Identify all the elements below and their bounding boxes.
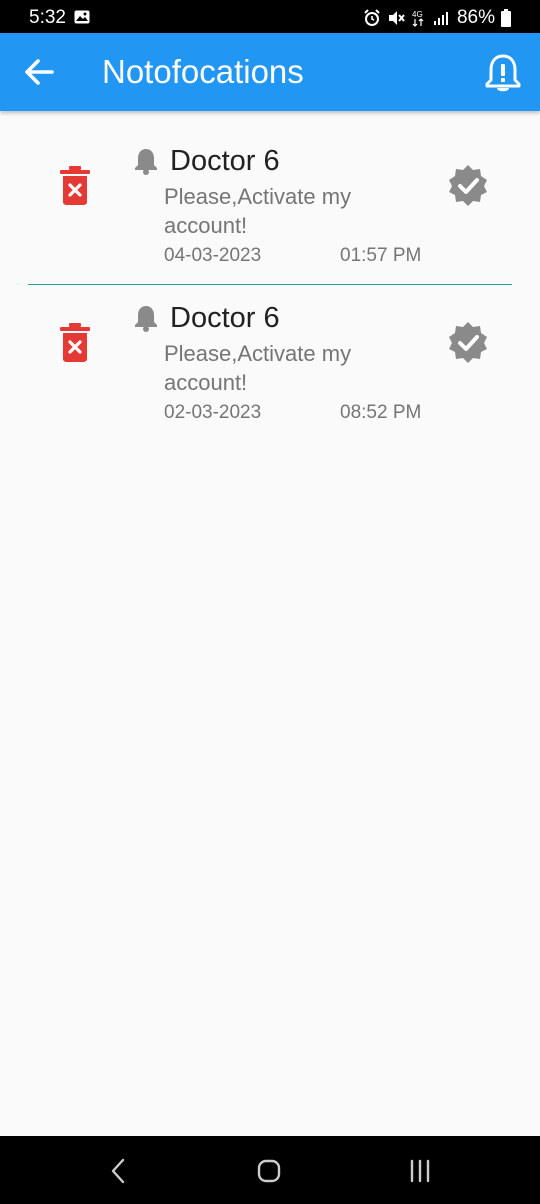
notification-date: 02-03-2023	[164, 402, 262, 423]
alarm-icon	[363, 9, 381, 27]
notification-sender: Doctor 6	[170, 302, 280, 334]
notification-time: 08:52 PM	[340, 402, 422, 423]
notification-sender: Doctor 6	[170, 145, 280, 177]
notification-list: Doctor 6 Please,Activate my account! 04-…	[0, 111, 540, 424]
notification-date: 04-03-2023	[164, 245, 262, 266]
status-icons: 4G 86%	[363, 7, 511, 29]
signal-icon	[433, 10, 451, 26]
status-bar: 5:32 4G 86%	[0, 0, 540, 33]
arrow-left-icon[interactable]	[22, 55, 56, 89]
battery-text: 86%	[456, 7, 495, 28]
notification-alert-icon[interactable]	[484, 53, 522, 93]
bell-icon	[133, 147, 159, 175]
verified-badge-icon[interactable]	[446, 163, 490, 207]
notification-message: Please,Activate my account!	[164, 341, 352, 395]
notification-time: 01:57 PM	[340, 245, 422, 266]
status-time: 5:32	[29, 7, 66, 28]
battery-icon	[501, 9, 511, 27]
nav-back-icon[interactable]	[108, 1158, 128, 1189]
nav-recents-icon[interactable]	[408, 1158, 432, 1189]
app-bar: Notofocations	[0, 33, 540, 111]
delete-icon[interactable]	[59, 166, 91, 206]
notification-item[interactable]: Doctor 6 Please,Activate my account! 04-…	[0, 111, 540, 267]
system-nav-bar	[0, 1136, 540, 1204]
verified-badge-icon[interactable]	[446, 320, 490, 364]
svg-text:4G: 4G	[412, 10, 423, 19]
delete-icon[interactable]	[59, 323, 91, 363]
mute-icon	[387, 9, 405, 27]
bell-icon	[133, 304, 159, 332]
nav-home-icon[interactable]	[256, 1158, 282, 1189]
notification-message: Please,Activate my account!	[164, 184, 352, 238]
network-4g-icon: 4G	[411, 9, 427, 27]
notification-item[interactable]: Doctor 6 Please,Activate my account! 02-…	[0, 268, 540, 424]
page-title: Notofocations	[102, 53, 304, 90]
gallery-icon	[74, 10, 90, 29]
